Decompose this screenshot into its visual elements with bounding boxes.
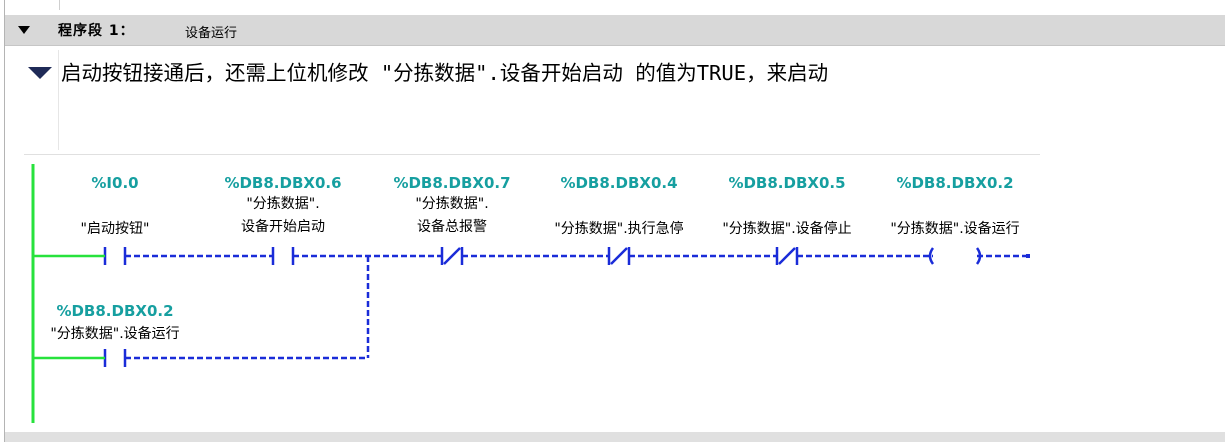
operand-address: %DB8.DBX0.4 [560,174,677,192]
contact-nc-slash [610,247,628,265]
operand-address: %I0.0 [91,174,138,192]
ladder-diagram[interactable]: %I0.0 "启动按钮" %DB8.DBX0.6 "分拣数据". 设备开始启动 %DB8.… [0,0,1225,442]
operand-symbol: "启动按钮" [81,221,150,237]
operand-address: %DB8.DBX0.5 [728,174,845,192]
operand-symbol-line2: 设备总报警 [417,218,487,235]
operand-symbol-line2: 设备开始启动 [241,218,325,235]
operand-symbol: "分拣数据". [415,196,488,212]
bottom-scrollbar[interactable] [5,432,1225,442]
branch-operand-symbol: "分拣数据".设备运行 [50,325,179,342]
rung-element-4[interactable] [607,247,631,265]
contact-nc-slash [443,247,461,265]
operand-address: %DB8.DBX0.6 [224,174,341,192]
operand-symbol: "分拣数据".执行急停 [554,220,683,237]
rung-element-2[interactable] [271,247,295,265]
rung-element-1[interactable] [103,247,127,265]
rung-element-5[interactable] [775,247,799,265]
rung-element-3[interactable] [440,247,464,265]
operand-symbol: "分拣数据".设备停止 [722,220,851,237]
operand-address: %DB8.DBX0.7 [393,174,510,192]
operand-address: %DB8.DBX0.2 [896,174,1013,192]
branch-element-1[interactable] [103,349,127,367]
operand-symbol: "分拣数据".设备运行 [890,220,1019,237]
operand-symbol: "分拣数据". [246,196,319,212]
branch-operand-address: %DB8.DBX0.2 [56,302,173,320]
rung-element-6[interactable] [928,247,982,265]
rung-end-marker [1026,254,1030,258]
contact-nc-slash [778,247,796,265]
